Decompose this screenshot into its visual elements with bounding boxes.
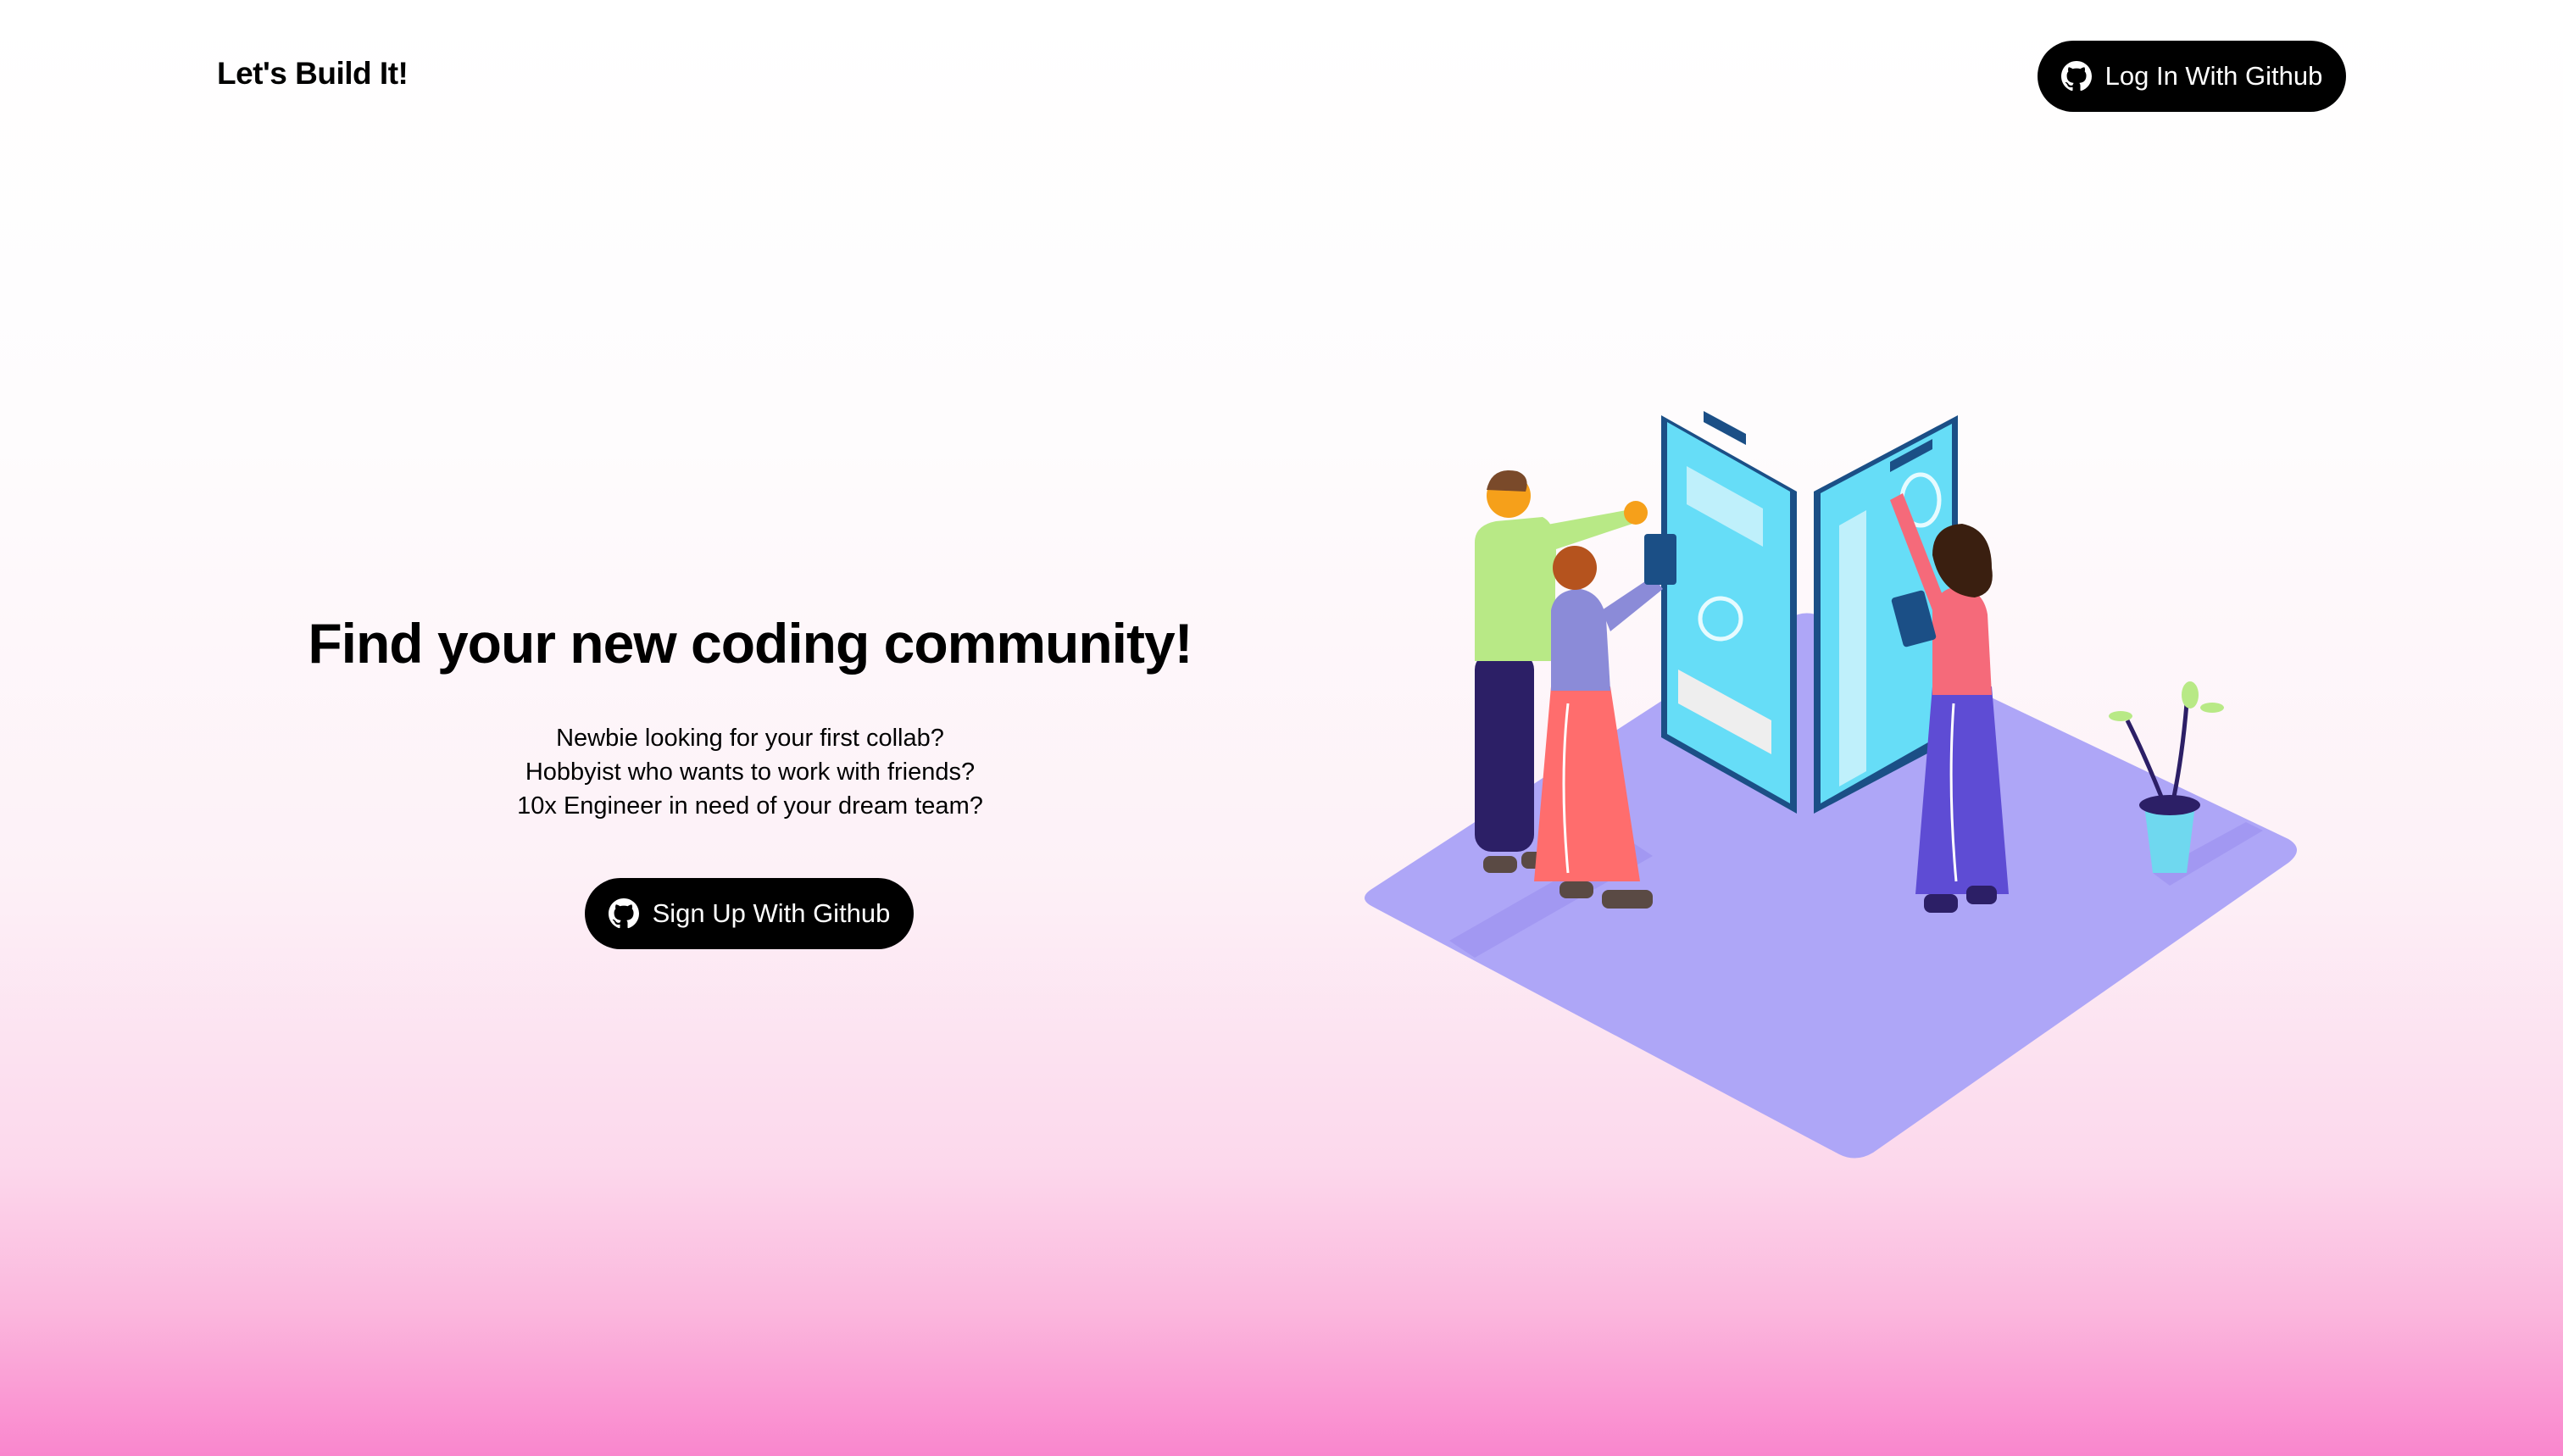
- team-collaboration-illustration: [1348, 398, 2297, 1170]
- github-icon: [2060, 61, 2092, 92]
- hero-heading: Find your new coding community!: [308, 612, 1193, 675]
- signup-with-github-button[interactable]: Sign Up With Github: [585, 878, 914, 949]
- login-button-label: Log In With Github: [2104, 61, 2323, 91]
- hero-section: Find your new coding community! Newbie l…: [246, 610, 1254, 823]
- login-with-github-button[interactable]: Log In With Github: [2038, 41, 2346, 112]
- github-icon: [608, 898, 639, 929]
- brand-logo-text[interactable]: Let's Build It!: [217, 56, 409, 92]
- tagline-line-2: Hobbyist who wants to work with friends?: [525, 759, 976, 786]
- signup-button-label: Sign Up With Github: [652, 898, 891, 928]
- tagline-line-3: 10x Engineer in need of your dream team?: [517, 792, 983, 820]
- hero-tagline: Newbie looking for your first collab? Ho…: [246, 721, 1254, 823]
- tagline-line-1: Newbie looking for your first collab?: [556, 725, 944, 753]
